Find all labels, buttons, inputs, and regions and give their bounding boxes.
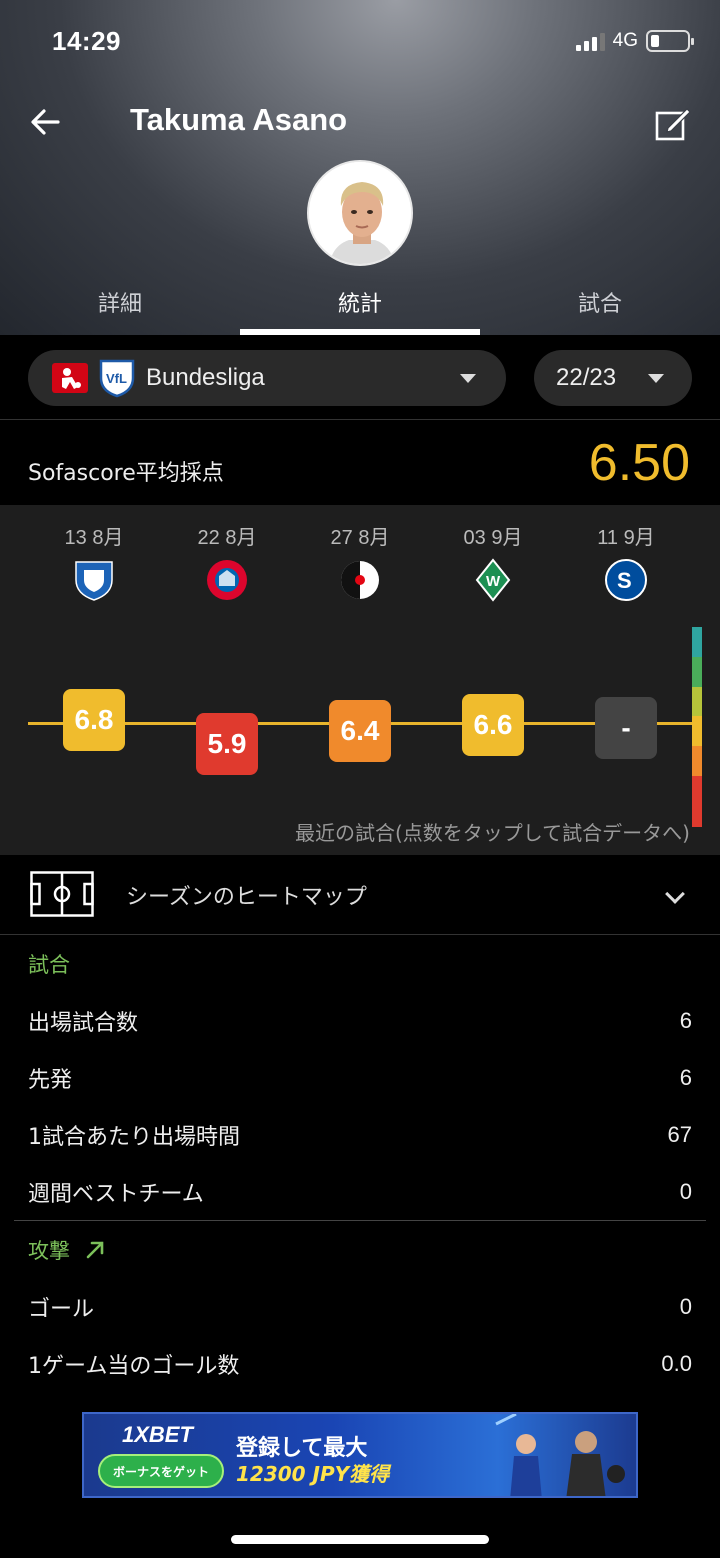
filter-bar: VfL Bundesliga 22/23 [0, 335, 720, 420]
profile-tabs: 詳細 統計 試合 [0, 280, 720, 335]
match-column: 22 8月 [167, 505, 287, 606]
profile-header: 14:29 4G Takuma Asano 詳細 統計 試合 [0, 0, 720, 335]
stat-label: ゴール [28, 1296, 95, 1322]
bundesliga-icon [52, 363, 88, 393]
season-heatmap-toggle[interactable]: シーズンのヒートマップ [0, 855, 720, 935]
stat-row: 出場試合数 6 [0, 992, 720, 1049]
svg-text:S: S [617, 568, 632, 593]
home-indicator [231, 1535, 489, 1544]
stat-row: ゴール 0 [0, 1278, 720, 1335]
stat-label: 1ゲーム当のゴール数 [28, 1353, 240, 1379]
network-type: 4G [612, 30, 638, 51]
match-rating-badge[interactable]: - [595, 697, 657, 759]
match-column: 13 8月 [34, 505, 154, 606]
league-name: Bundesliga [146, 364, 265, 391]
match-column: 11 9月 S [566, 505, 686, 606]
signal-icon [575, 31, 605, 51]
match-rating-badge[interactable]: 6.8 [63, 689, 125, 751]
trend-up-icon [86, 1241, 104, 1259]
stat-row: 1試合あたり出場時間 67 [0, 1106, 720, 1163]
season-value: 22/23 [556, 364, 617, 391]
battery-icon [646, 30, 694, 52]
tab-statistics[interactable]: 統計 [240, 280, 480, 335]
average-rating-value: 6.50 [588, 434, 690, 492]
stat-value: 67 [667, 1121, 692, 1147]
chevron-down-icon [648, 374, 664, 383]
ad-brand: 1XBET [122, 1422, 193, 1447]
hoffenheim-icon [75, 561, 113, 601]
back-arrow-icon[interactable] [28, 104, 64, 140]
league-dropdown[interactable]: VfL Bundesliga [28, 350, 506, 406]
ad-bonus-button[interactable]: ボーナスをゲット [98, 1454, 224, 1488]
stat-value: 0.0 [661, 1350, 692, 1376]
stat-label: 先発 [28, 1067, 73, 1093]
tab-details[interactable]: 詳細 [0, 280, 240, 335]
werder-icon: W [475, 558, 511, 602]
tab-matches[interactable]: 試合 [480, 280, 720, 335]
svg-text:VfL: VfL [106, 371, 127, 386]
schalke-icon: S [605, 559, 647, 601]
recent-ratings-chart: 13 8月 22 8月 27 8月 03 9月 W 11 9月 S 6.8 5.… [0, 505, 720, 855]
edit-icon[interactable] [654, 104, 692, 142]
ad-athletes-image [495, 1414, 625, 1496]
stat-row: 先発 6 [0, 1049, 720, 1106]
stat-row: 1ゲーム当のゴール数 0.0 [0, 1335, 720, 1392]
ad-offer: 12300 JPY獲得 [236, 1462, 390, 1486]
stat-value: 6 [679, 1064, 692, 1090]
player-name: Takuma Asano [130, 102, 348, 137]
matches-section: 試合 出場試合数 6 先発 6 1試合あたり出場時間 67 週間ベストチーム 0 [0, 936, 720, 1220]
heatmap-label: シーズンのヒートマップ [126, 885, 367, 910]
match-rating-badge[interactable]: 6.4 [329, 700, 391, 762]
match-date: 13 8月 [64, 527, 124, 549]
matches-section-title: 試合 [28, 953, 70, 977]
player-avatar [307, 160, 413, 266]
freiburg-icon [341, 561, 379, 599]
ad-banner[interactable]: 1XBET ボーナスをゲット 登録して最大 12300 JPY獲得 [82, 1412, 638, 1498]
stat-label: 週間ベストチーム [28, 1181, 204, 1207]
stat-row: 週間ベストチーム 0 [0, 1163, 720, 1220]
match-column: 03 9月 W [433, 505, 553, 606]
match-date: 03 9月 [463, 527, 523, 549]
average-rating-row: Sofascore平均採点 6.50 [0, 421, 720, 505]
attack-section-title: 攻撃 [28, 1239, 70, 1263]
status-time: 14:29 [52, 26, 121, 56]
season-dropdown[interactable]: 22/23 [534, 350, 692, 406]
average-rating-label: Sofascore平均採点 [28, 461, 224, 486]
svg-text:W: W [486, 573, 501, 590]
chart-hint: 最近の試合(点数をタップして試合データへ) [294, 821, 690, 845]
rating-color-scale [692, 627, 702, 827]
stat-value: 6 [679, 1007, 692, 1033]
attack-section: 攻撃 ゴール 0 1ゲーム当のゴール数 0.0 [0, 1222, 720, 1392]
match-date: 11 9月 [597, 527, 655, 549]
match-rating-badge[interactable]: 6.6 [462, 694, 524, 756]
match-rating-badge[interactable]: 5.9 [196, 713, 258, 775]
stat-label: 出場試合数 [28, 1010, 139, 1036]
match-date: 22 8月 [197, 527, 257, 549]
status-indicators: 4G [575, 30, 694, 52]
section-title: 試合 [0, 936, 720, 992]
bayern-icon [207, 560, 247, 600]
match-column: 27 8月 [300, 505, 420, 606]
stat-label: 1試合あたり出場時間 [28, 1124, 240, 1150]
stat-value: 0 [679, 1293, 692, 1319]
section-divider [14, 1220, 706, 1221]
chevron-down-icon [665, 884, 685, 904]
section-title: 攻撃 [0, 1222, 720, 1278]
vfl-bochum-icon: VfL [99, 359, 135, 398]
pitch-icon [30, 871, 94, 917]
stat-value: 0 [679, 1178, 692, 1204]
match-date: 27 8月 [330, 527, 390, 549]
chevron-down-icon [460, 374, 476, 383]
